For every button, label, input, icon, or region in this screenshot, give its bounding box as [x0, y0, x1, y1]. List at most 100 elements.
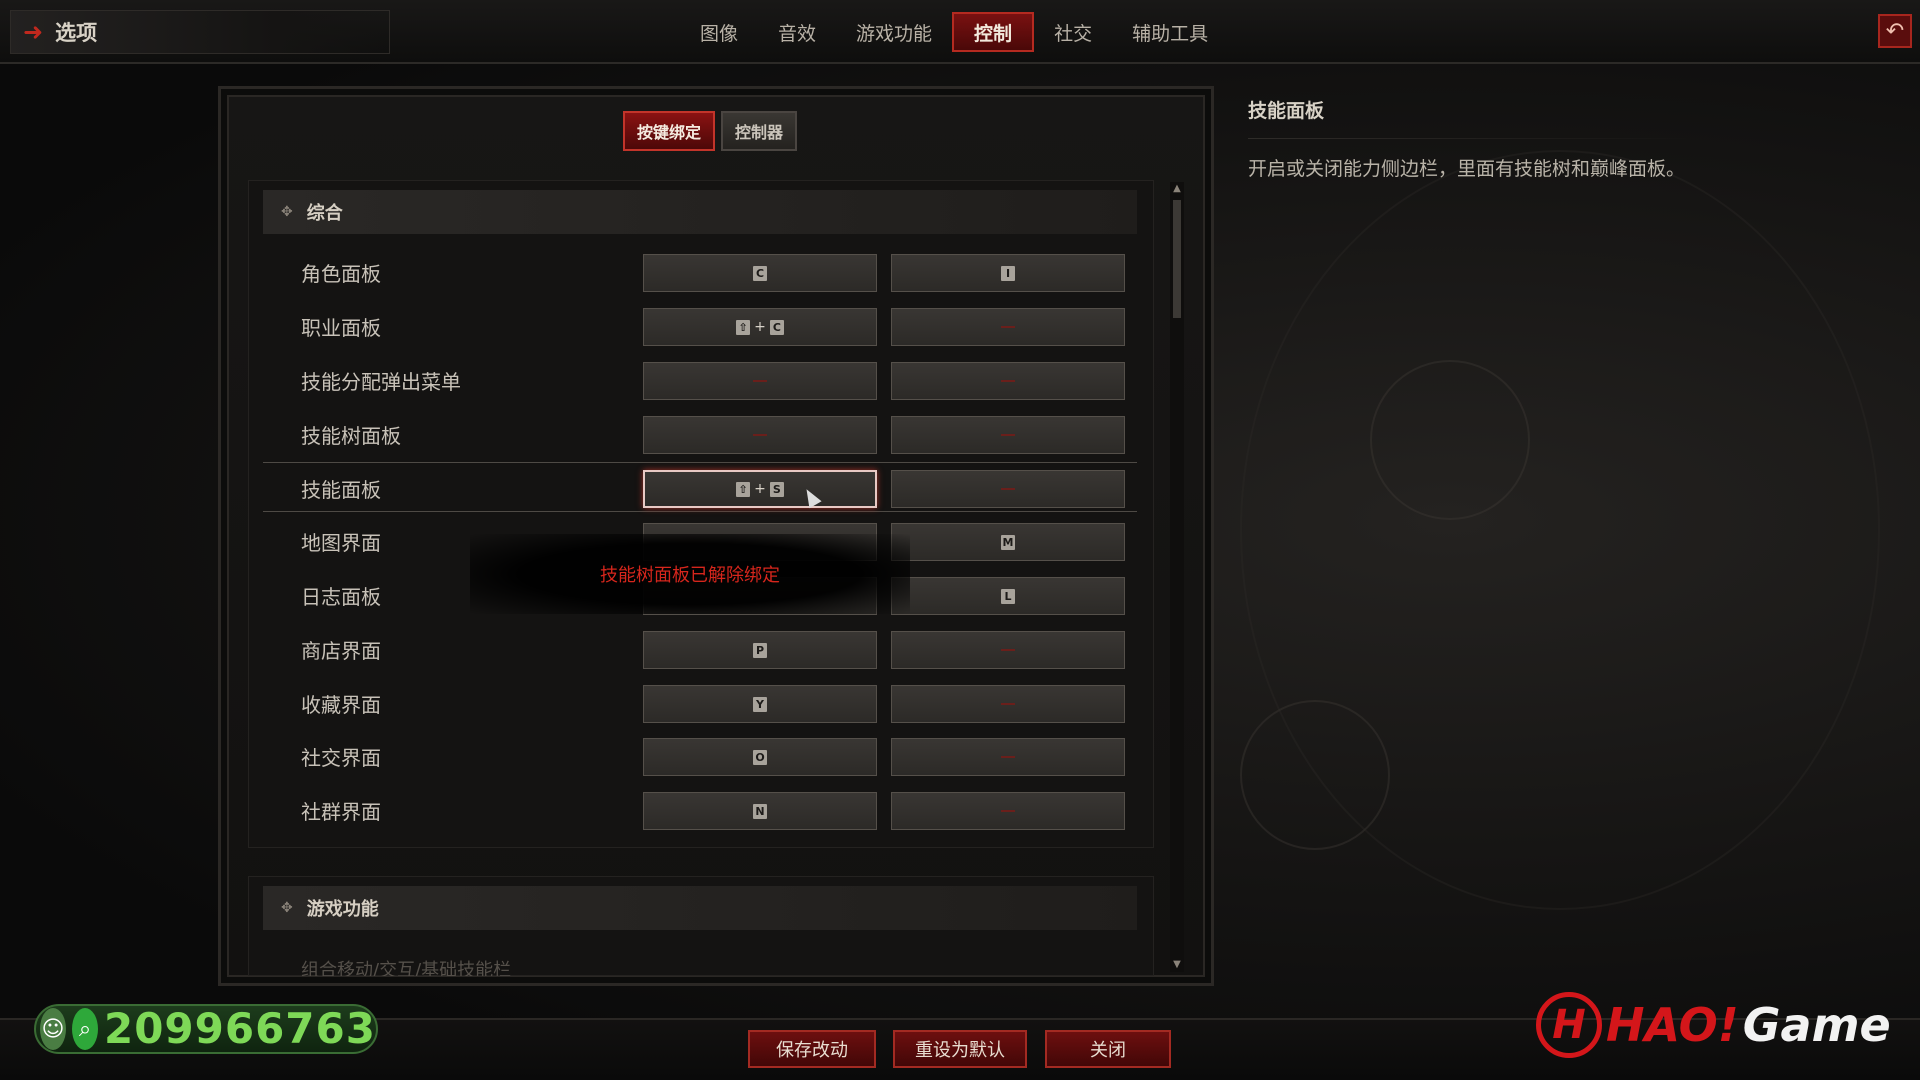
keycap: N	[753, 803, 767, 819]
search-icon: ⌕	[71, 1008, 98, 1050]
keycap: Y	[753, 696, 767, 712]
secondary-key-slot[interactable]: L	[891, 577, 1125, 615]
options-arrow-icon: ➜	[23, 18, 44, 46]
binding-row: 收藏界面 Y	[263, 678, 1137, 728]
section-title: 游戏功能	[306, 899, 379, 920]
primary-key-slot[interactable]: P	[643, 631, 877, 669]
unbind-toast: 技能树面板已解除绑定	[470, 534, 910, 614]
binding-row-selected: 技能面板 ⇧ + S	[263, 462, 1137, 512]
subtab-keybindings[interactable]: 按键绑定	[623, 111, 716, 151]
key-plus: +	[754, 319, 766, 335]
unbound-dash-icon	[1001, 488, 1015, 490]
tab-graphics[interactable]: 图像	[680, 12, 758, 52]
primary-key-slot[interactable]: ⇧ + C	[643, 308, 877, 346]
tab-accessibility[interactable]: 辅助工具	[1112, 12, 1228, 52]
subtabs: 按键绑定 控制器	[623, 111, 798, 151]
unbound-dash-icon	[1001, 756, 1015, 758]
binding-row: 商店界面 P	[263, 624, 1137, 674]
secondary-key-slot[interactable]	[891, 631, 1125, 669]
partial-binding-label: 组合移动/交互/基础技能栏	[301, 960, 512, 976]
keycap: C	[769, 319, 784, 335]
unbound-dash-icon	[1001, 703, 1015, 705]
primary-key-slot[interactable]: N	[643, 792, 877, 830]
options-label: 选项	[55, 21, 98, 45]
binding-label: 角色面板	[301, 261, 381, 286]
unbound-dash-icon	[1001, 434, 1015, 436]
section-diamond-icon: ✥	[281, 204, 293, 220]
tab-audio[interactable]: 音效	[758, 12, 836, 52]
primary-key-slot[interactable]	[643, 416, 877, 454]
binding-row: 社群界面 N	[263, 785, 1137, 835]
options-title: ➜ 选项	[10, 10, 390, 54]
unbound-dash-icon	[1001, 649, 1015, 651]
primary-key-slot[interactable]: ⇧ + S	[643, 470, 877, 508]
shift-keycap: ⇧	[736, 481, 751, 497]
primary-key-slot[interactable]	[643, 362, 877, 400]
secondary-key-slot[interactable]	[891, 685, 1125, 723]
brand-watermark: H HAO! Game	[1536, 990, 1891, 1060]
binding-row: 职业面板 ⇧ + C	[263, 301, 1137, 351]
binding-row: 技能树面板	[263, 409, 1137, 459]
binding-label: 社交界面	[301, 745, 381, 770]
tab-social[interactable]: 社交	[1034, 12, 1112, 52]
binding-label: 商店界面	[301, 638, 381, 663]
secondary-key-slot[interactable]	[891, 792, 1125, 830]
binding-label: 职业面板	[301, 315, 381, 340]
scroll-up-arrow-icon[interactable]: ▲	[1170, 182, 1184, 196]
unbound-dash-icon	[1001, 810, 1015, 812]
qq-number: 209966763	[103, 1004, 376, 1053]
keycap: C	[753, 265, 767, 281]
binding-label: 技能树面板	[301, 423, 401, 448]
unbound-dash-icon	[1001, 380, 1015, 382]
secondary-key-slot[interactable]: M	[891, 523, 1125, 561]
save-changes-button[interactable]: 保存改动	[748, 1030, 876, 1068]
secondary-key-slot[interactable]: I	[891, 254, 1125, 292]
secondary-key-slot[interactable]	[891, 470, 1125, 508]
primary-key-slot[interactable]: O	[643, 738, 877, 776]
description-title: 技能面板	[1248, 100, 1325, 122]
section-title: 综合	[306, 203, 343, 224]
unbound-dash-icon	[1001, 326, 1015, 328]
undo-arrow-icon: ↶	[1885, 18, 1905, 44]
qq-watermark: ☺ ⌕ 209966763	[34, 1004, 378, 1054]
keycap: L	[1001, 588, 1015, 604]
subtab-controller[interactable]: 控制器	[721, 111, 798, 151]
unbound-dash-icon	[753, 380, 767, 382]
brand-game-text: Game	[1742, 998, 1891, 1052]
scroll-thumb[interactable]	[1173, 200, 1181, 318]
key-plus: +	[754, 481, 766, 497]
tab-controls[interactable]: 控制	[952, 12, 1035, 52]
binding-row: 角色面板 C I	[263, 247, 1137, 297]
binding-label: 技能分配弹出菜单	[301, 369, 461, 394]
scroll-down-arrow-icon[interactable]: ▼	[1170, 958, 1184, 972]
brand-hao-text: HAO!	[1606, 998, 1739, 1052]
back-button[interactable]: ↶	[1878, 14, 1912, 48]
top-bar: ➜ 选项 图像 音效 游戏功能 控制 社交 辅助工具 ↶	[0, 0, 1920, 64]
primary-key-slot[interactable]: C	[643, 254, 877, 292]
secondary-key-slot[interactable]	[891, 416, 1125, 454]
scrollbar[interactable]: ▲ ▼	[1170, 182, 1184, 972]
main-tabs: 图像 音效 游戏功能 控制 社交 辅助工具	[680, 12, 1228, 52]
primary-key-slot[interactable]: Y	[643, 685, 877, 723]
keycap: P	[753, 642, 767, 658]
secondary-key-slot[interactable]	[891, 308, 1125, 346]
close-button[interactable]: 关闭	[1045, 1030, 1171, 1068]
binding-label: 收藏界面	[301, 692, 381, 717]
binding-label: 社群界面	[301, 799, 381, 824]
secondary-key-slot[interactable]	[891, 362, 1125, 400]
keycap: O	[753, 749, 767, 765]
keycap: I	[1001, 265, 1015, 281]
hao-logo-icon: H	[1536, 992, 1602, 1058]
description-text: 开启或关闭能力侧边栏，里面有技能树和巅峰面板。	[1248, 158, 1686, 180]
keycap: S	[769, 481, 784, 497]
reset-default-button[interactable]: 重设为默认	[893, 1030, 1027, 1068]
section-header-general[interactable]: ✥ 综合	[263, 190, 1137, 234]
section-header-gameplay[interactable]: ✥ 游戏功能	[263, 886, 1137, 930]
binding-label: 日志面板	[301, 584, 381, 609]
shift-keycap: ⇧	[736, 319, 751, 335]
secondary-key-slot[interactable]	[891, 738, 1125, 776]
description-divider	[1248, 138, 1698, 139]
keycap: M	[1000, 534, 1016, 550]
tab-gameplay[interactable]: 游戏功能	[836, 12, 952, 52]
binding-row: 技能分配弹出菜单	[263, 355, 1137, 405]
